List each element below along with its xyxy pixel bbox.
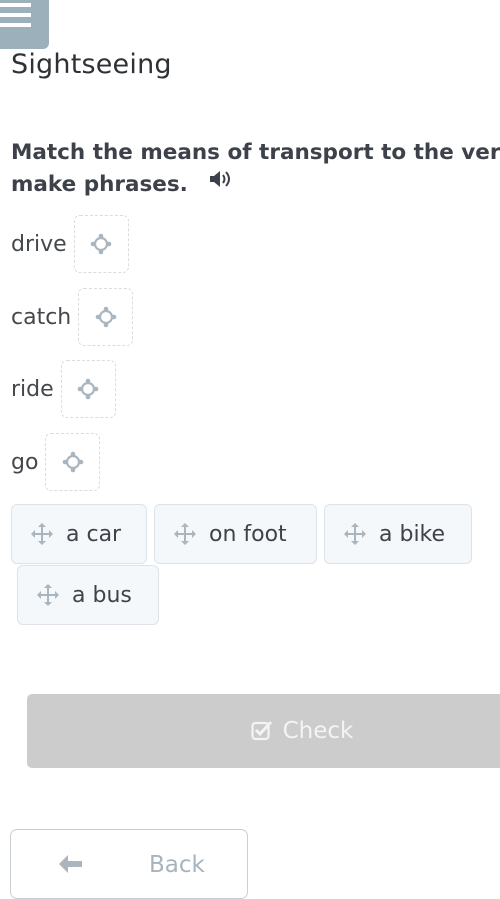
check-button[interactable]: Check: [27, 694, 500, 768]
drop-target-icon: [95, 306, 117, 328]
option-chip[interactable]: a bike: [324, 504, 472, 564]
verb-label: drive: [11, 231, 67, 257]
drop-target-icon: [90, 233, 112, 255]
option-label: a car: [66, 521, 122, 547]
move-arrows-icon: [37, 584, 59, 606]
option-chip[interactable]: a bus: [17, 565, 159, 625]
verb-label: catch: [11, 304, 72, 330]
hamburger-menu-icon: [0, 3, 31, 7]
arrow-left-icon: [59, 855, 82, 873]
instruction-line-2: make phrases.: [11, 169, 500, 201]
hamburger-menu-icon-bar: [0, 23, 31, 27]
drop-slot[interactable]: [78, 288, 134, 346]
move-arrows-icon: [174, 523, 196, 545]
option-chip[interactable]: on foot: [154, 504, 317, 564]
option-label: a bus: [72, 582, 132, 608]
option-chip[interactable]: a car: [11, 504, 147, 564]
verb-row: catch: [11, 287, 134, 347]
verb-label: ride: [11, 376, 54, 402]
drop-slot[interactable]: [60, 360, 116, 418]
drop-slot[interactable]: [45, 433, 101, 491]
speaker-icon[interactable]: [209, 167, 233, 199]
verb-label: go: [11, 449, 39, 475]
verb-row: ride: [11, 359, 116, 419]
instruction-text: Match the means of transport to the ver …: [11, 137, 500, 201]
instruction-line-1: Match the means of transport to the ver: [11, 140, 500, 165]
move-arrows-icon: [344, 523, 366, 545]
checkbox-checked-icon: [251, 720, 272, 741]
menu-button[interactable]: [0, 0, 49, 49]
instruction-line-2-text: make phrases.: [11, 172, 188, 197]
check-button-label: Check: [282, 718, 354, 744]
option-label: on foot: [209, 521, 287, 547]
verb-row: go: [11, 432, 101, 492]
hamburger-menu-icon-bar: [0, 13, 31, 17]
page-title: Sightseeing: [11, 49, 172, 80]
back-button-label: Back: [149, 852, 205, 878]
verb-row: drive: [11, 214, 129, 274]
option-label: a bike: [379, 521, 446, 547]
back-button[interactable]: Back: [10, 829, 248, 899]
move-arrows-icon: [31, 523, 53, 545]
drop-target-icon: [77, 378, 99, 400]
drop-slot[interactable]: [73, 215, 129, 273]
drop-target-icon: [62, 451, 84, 473]
